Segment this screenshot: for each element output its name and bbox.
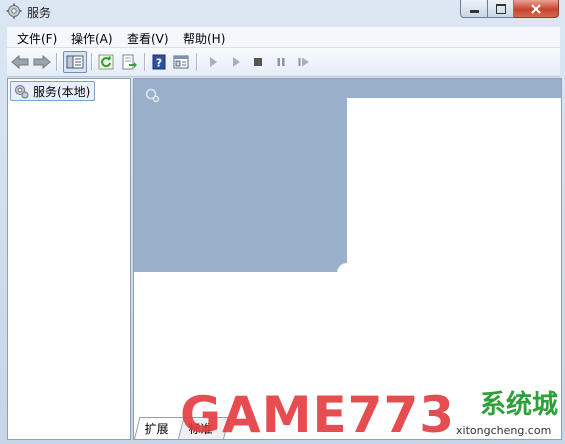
forward-button[interactable] <box>32 52 52 72</box>
back-arrow-icon <box>11 55 29 69</box>
pause-service-button[interactable] <box>271 52 291 72</box>
minimize-button[interactable] <box>460 0 488 18</box>
services-window: 服务 文件(F) 操作(A) 查看(V) 帮助(H) ? 服务(本地) 扩展 标… <box>0 0 565 444</box>
forward-arrow-icon <box>33 55 51 69</box>
close-button[interactable] <box>514 0 559 18</box>
maximize-button[interactable] <box>488 0 514 18</box>
help-button[interactable]: ? <box>149 52 169 72</box>
services-gear-icon <box>6 3 22 19</box>
show-hide-tree-button[interactable] <box>63 51 87 73</box>
show-hide-tree-icon <box>66 55 84 69</box>
export-list-icon <box>122 54 137 70</box>
restart-service-icon <box>298 57 309 67</box>
tab-extended-label: 扩展 <box>144 422 169 436</box>
watermark-brand: GAME773 <box>180 386 456 444</box>
watermark-site: xitongcheng.com <box>456 424 552 437</box>
close-icon <box>531 3 541 14</box>
toolbar-separator <box>196 53 198 71</box>
caption-buttons <box>460 0 559 18</box>
properties-button[interactable] <box>171 52 191 72</box>
toolbar-separator <box>91 53 93 71</box>
start-service-alt-icon <box>233 57 240 67</box>
tree-item-label: 服务(本地) <box>33 84 91 99</box>
services-gear-icon <box>15 85 29 99</box>
menu-view[interactable]: 查看(V) <box>127 30 169 47</box>
menu-action[interactable]: 操作(A) <box>71 30 113 47</box>
toolbar: ? <box>7 48 560 77</box>
export-list-button[interactable] <box>119 52 139 72</box>
restart-service-button[interactable] <box>294 52 314 72</box>
start-service-icon <box>210 57 217 67</box>
details-description-panel <box>134 79 347 272</box>
toolbar-separator <box>56 53 58 71</box>
maximize-icon <box>495 3 506 14</box>
menu-file[interactable]: 文件(F) <box>17 30 57 47</box>
window-title: 服务 <box>27 6 52 20</box>
start-service-alt-button[interactable] <box>226 52 246 72</box>
tree-item-services-local[interactable]: 服务(本地) <box>10 81 96 101</box>
pause-service-icon <box>277 58 285 66</box>
menu-bar: 文件(F) 操作(A) 查看(V) 帮助(H) <box>7 27 560 48</box>
services-gear-icon <box>145 88 160 103</box>
svg-text:?: ? <box>156 57 162 70</box>
site-watermark-logo: GAME773 系统城 xitongcheng.com <box>180 386 565 444</box>
refresh-button[interactable] <box>96 52 116 72</box>
minimize-icon <box>469 10 479 13</box>
console-tree-pane[interactable]: 服务(本地) <box>7 78 131 440</box>
properties-icon <box>173 55 189 69</box>
panel-corner-notch <box>337 263 357 283</box>
back-button[interactable] <box>10 52 30 72</box>
help-icon: ? <box>152 54 166 70</box>
menu-help[interactable]: 帮助(H) <box>183 30 225 47</box>
start-service-button[interactable] <box>203 52 223 72</box>
toolbar-separator <box>144 53 146 71</box>
title-bar[interactable]: 服务 <box>0 0 565 24</box>
stop-service-icon <box>254 58 262 66</box>
watermark-cn: 系统城 <box>480 390 559 420</box>
stop-service-button[interactable] <box>248 52 268 72</box>
refresh-icon <box>98 54 114 70</box>
